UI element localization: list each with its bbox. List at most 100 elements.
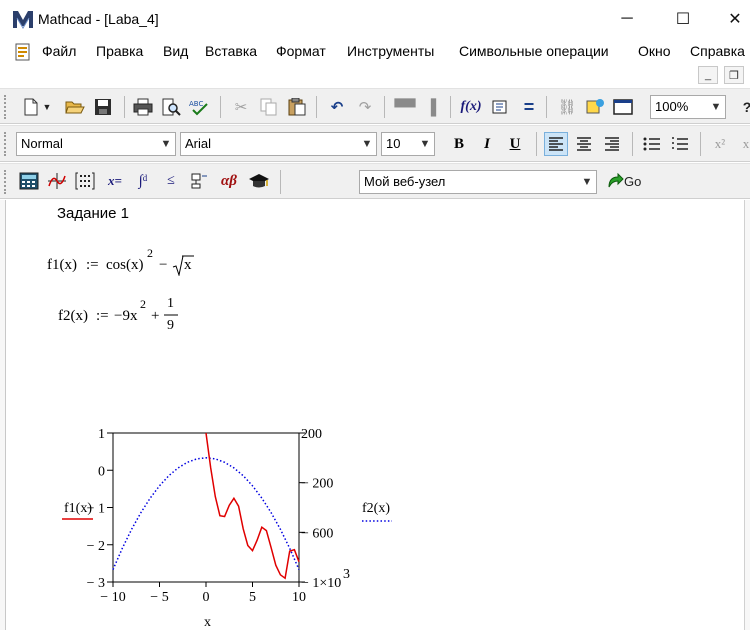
x-axis-tick-label: 0 — [203, 590, 210, 605]
calculator-toolbar-icon[interactable] — [18, 170, 40, 192]
cut-icon[interactable]: ✂ — [230, 96, 252, 118]
new-dropdown-arrow-icon[interactable]: ▼ — [40, 96, 54, 118]
calculate-icon[interactable]: = — [518, 96, 540, 118]
save-icon[interactable] — [92, 96, 114, 118]
maximize-button[interactable]: ☐ — [660, 0, 706, 38]
right-axis-tick-label: 200 — [301, 427, 322, 442]
print-preview-icon[interactable] — [160, 96, 182, 118]
toolbar-grip[interactable] — [4, 170, 8, 194]
menu-tools[interactable]: Инструменты — [347, 43, 434, 59]
right-axis-tick-label: − 1×10 — [301, 576, 341, 591]
xy-plot[interactable]: 10− 1− 2− 3 200− 200− 600− 1×103 − 10− 5… — [0, 200, 750, 630]
math-toolbar: x= ∫ᵈ ≤ αβ Мой веб-узел ▼ Go — [0, 163, 750, 199]
greek-toolbar-icon[interactable]: αβ — [216, 170, 242, 192]
menu-edit[interactable]: Правка — [96, 43, 143, 59]
chevron-down-icon: ▼ — [581, 176, 593, 188]
align-center-button[interactable] — [572, 132, 596, 156]
left-axis-tick-label: 1 — [98, 427, 105, 442]
document-icon[interactable] — [14, 43, 34, 61]
menu-format[interactable]: Формат — [276, 43, 326, 59]
font-select[interactable]: Arial ▼ — [180, 132, 377, 156]
font-value: Arial — [185, 136, 212, 151]
left-axis-tick-label: 0 — [98, 464, 105, 479]
paste-icon[interactable] — [286, 96, 308, 118]
right-axis-label: f2(x) — [362, 501, 390, 516]
style-value: Normal — [21, 136, 63, 151]
style-select[interactable]: Normal ▼ — [16, 132, 176, 156]
go-button[interactable]: Go — [606, 170, 652, 192]
underline-button[interactable]: U — [503, 132, 527, 156]
matrix-toolbar-icon[interactable] — [74, 170, 96, 192]
graph-toolbar-icon[interactable] — [46, 170, 68, 192]
resource-url-select[interactable]: Мой веб-узел ▼ — [359, 170, 597, 194]
right-axis-tick-label: − 600 — [301, 526, 333, 541]
evaluation-toolbar-icon[interactable]: x= — [102, 170, 128, 192]
chevron-down-icon: ▼ — [710, 101, 722, 113]
formatting-toolbar: Normal ▼ Arial ▼ 10 ▼ B I U x² x — [0, 125, 750, 162]
menu-file[interactable]: Файл — [42, 43, 76, 59]
redo-icon[interactable]: ↷ — [354, 96, 376, 118]
open-folder-icon[interactable] — [64, 96, 86, 118]
calculus-toolbar-icon[interactable]: ∫ᵈ — [132, 170, 154, 192]
insert-hyperlink-icon[interactable]: ⛓ — [556, 96, 578, 118]
insert-component-icon[interactable] — [584, 96, 606, 118]
numbering-button[interactable] — [668, 132, 692, 156]
align-right-icon — [605, 137, 619, 151]
plot-frame — [112, 432, 300, 583]
standard-toolbar: ▼ ABC ✂ ↶ ↷ ▀▀ ▐ f(x) = ⛓ 100% ▼ ? — [0, 88, 750, 124]
menu-window[interactable]: Окно — [638, 43, 671, 59]
toolbar-separator — [384, 96, 385, 118]
boolean-toolbar-icon[interactable]: ≤ — [160, 170, 182, 192]
menu-symbolics[interactable]: Символьные операции — [459, 43, 609, 59]
menu-insert[interactable]: Вставка — [205, 43, 257, 59]
toolbar-grip[interactable] — [4, 132, 8, 156]
x-axis-tick-label: 10 — [292, 590, 306, 605]
x-axis-tick-label: − 5 — [150, 590, 168, 605]
right-axis-ticks: 200 − 200 − 600 − 1×103 — [299, 427, 350, 591]
programming-toolbar-icon[interactable] — [188, 170, 210, 192]
bullets-button[interactable] — [640, 132, 664, 156]
print-icon[interactable] — [132, 96, 154, 118]
bullet-list-icon — [643, 137, 660, 151]
doc-restore-button[interactable]: ❐ — [724, 66, 744, 84]
zoom-select[interactable]: 100% ▼ — [650, 95, 726, 119]
undo-icon[interactable]: ↶ — [326, 96, 348, 118]
minimize-button[interactable]: ─ — [604, 0, 650, 38]
chevron-down-icon: ▼ — [419, 138, 431, 150]
toolbar-grip[interactable] — [4, 95, 8, 119]
doc-minimize-button[interactable]: _ — [698, 66, 718, 84]
font-size-select[interactable]: 10 ▼ — [381, 132, 435, 156]
symbolic-toolbar-icon[interactable] — [248, 170, 270, 192]
spell-check-icon[interactable]: ABC — [188, 96, 210, 118]
subscript-button[interactable]: x — [734, 132, 750, 156]
align-down-icon[interactable]: ▐ — [420, 96, 442, 118]
window-title: Mathcad - [Laba_4] — [38, 11, 159, 27]
bold-button[interactable]: B — [447, 132, 471, 156]
insert-unit-icon[interactable] — [490, 96, 512, 118]
chevron-down-icon: ▼ — [361, 138, 373, 150]
help-icon[interactable]: ? — [736, 96, 750, 118]
italic-button[interactable]: I — [475, 132, 499, 156]
menu-help[interactable]: Справка — [690, 43, 745, 59]
numbered-list-icon — [672, 137, 688, 150]
align-across-icon[interactable]: ▀▀ — [394, 96, 416, 118]
new-document-icon[interactable] — [20, 96, 42, 118]
left-axis-tick-label: − 2 — [87, 539, 105, 554]
align-right-button[interactable] — [600, 132, 624, 156]
x-axis-tick-label: − 10 — [100, 590, 125, 605]
close-button[interactable]: ✕ — [712, 0, 750, 38]
svg-text:ABC: ABC — [189, 100, 203, 108]
mdi-controls: _ ❐ — [0, 64, 750, 86]
align-left-button[interactable] — [544, 132, 568, 156]
insert-function-icon[interactable]: f(x) — [460, 96, 482, 118]
menu-view[interactable]: Вид — [163, 43, 188, 59]
title-bar: Mathcad - [Laba_4] ─ ☐ ✕ — [0, 0, 750, 38]
align-center-icon — [577, 137, 591, 151]
toolbar-separator — [450, 96, 451, 118]
align-left-icon — [549, 137, 563, 151]
copy-icon[interactable] — [258, 96, 280, 118]
toolbar-separator — [546, 96, 547, 118]
superscript-button[interactable]: x² — [708, 132, 732, 156]
right-axis-exponent: 3 — [343, 567, 350, 582]
resources-window-icon[interactable] — [612, 96, 634, 118]
